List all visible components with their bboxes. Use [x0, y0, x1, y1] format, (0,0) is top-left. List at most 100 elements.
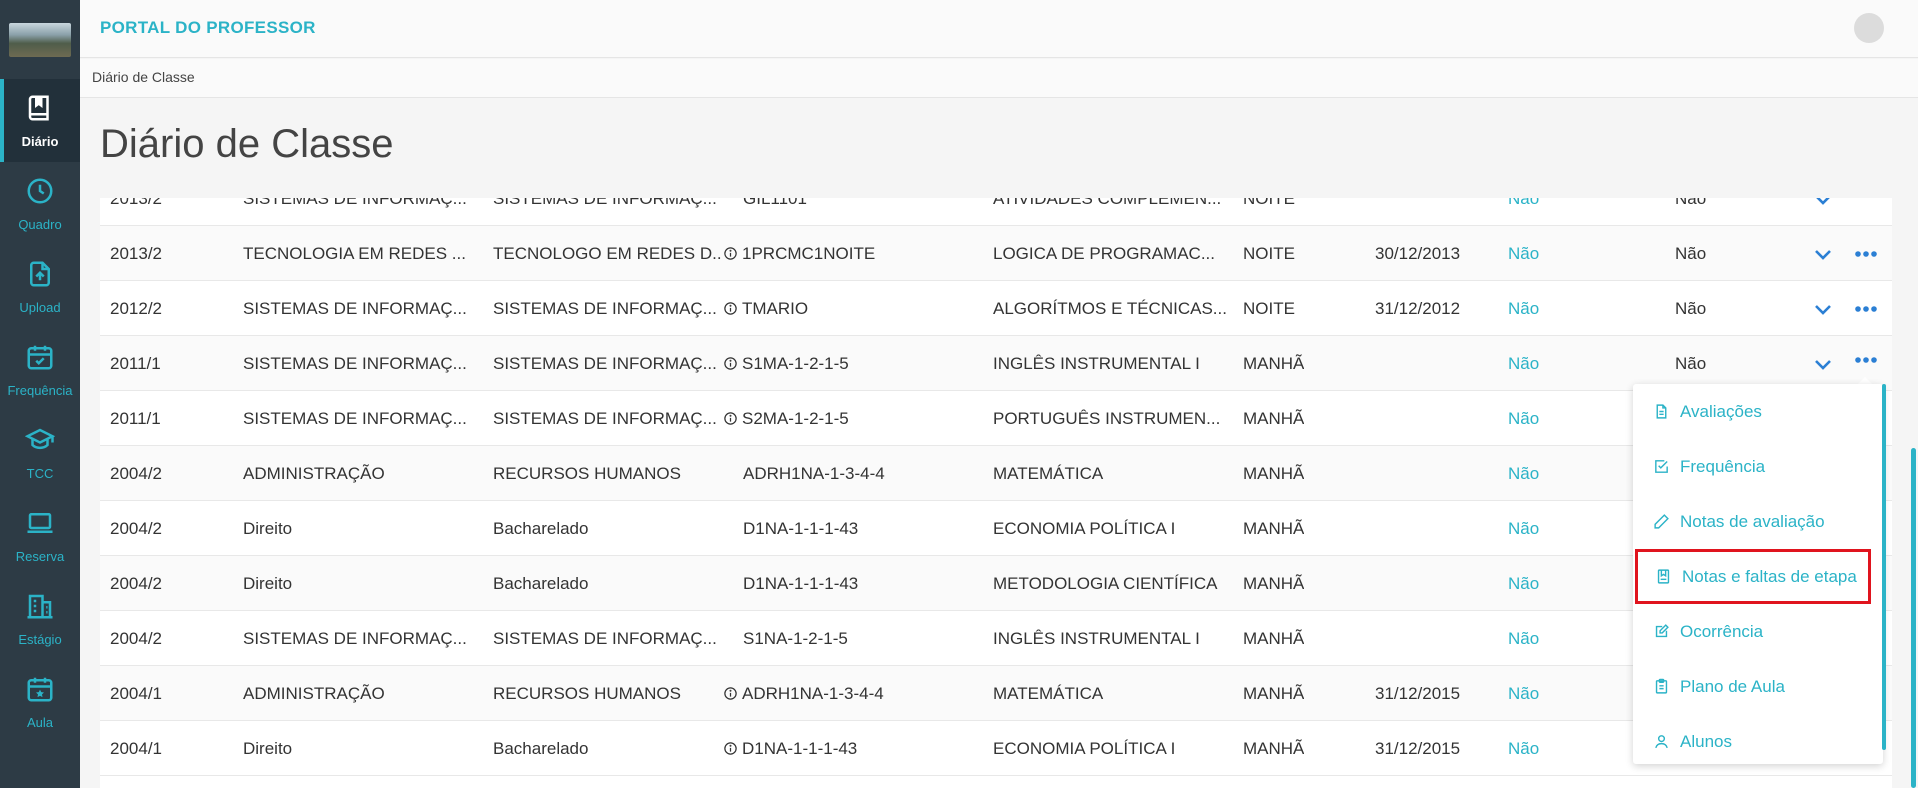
cell-col1[interactable]: Não — [1508, 446, 1539, 501]
cell-col1[interactable]: Não — [1508, 611, 1539, 666]
menu-item-avaliacoes[interactable]: Avaliações — [1633, 384, 1873, 439]
clock-icon — [25, 176, 55, 217]
chevron-down-icon[interactable] — [1811, 297, 1835, 321]
portal-title[interactable]: PORTAL DO PROFESSOR — [100, 18, 316, 38]
cell-col1[interactable]: Não — [1508, 556, 1539, 611]
more-icon[interactable] — [1853, 242, 1879, 266]
turma-code: TMARIO — [742, 299, 809, 318]
more-icon[interactable] — [1853, 297, 1879, 321]
table-row: 2004/2 SISTEMAS DE INFORMAÇ... SISTEMAS DE… — [100, 611, 1892, 666]
sidebar-item-aula[interactable]: Aula — [0, 660, 80, 743]
graduation-cap-icon — [24, 425, 56, 466]
table-row: 2011/1 SISTEMAS DE INFORMAÇ... SISTEMAS DE… — [100, 391, 1892, 446]
cell-turno: MANHÃ — [1243, 629, 1305, 648]
cell-habilitacao: SISTEMAS DE INFORMAÇ... — [493, 198, 717, 208]
sidebar-item-upload[interactable]: Upload — [0, 245, 80, 328]
turma-code: GIL1101 — [743, 198, 807, 208]
cell-data: 31/12/2012 — [1375, 299, 1461, 318]
avatar[interactable] — [1854, 13, 1884, 43]
cell-col1[interactable]: Não — [1508, 336, 1539, 391]
cell-turma: TMARIO — [723, 281, 808, 336]
pencil-icon — [1653, 513, 1680, 530]
menu-item-label: Alunos — [1680, 731, 1732, 751]
info-icon[interactable] — [723, 393, 738, 425]
turma-code: S1NA-1-2-1-5 — [743, 629, 848, 648]
dropdown-scrollbar[interactable] — [1882, 384, 1886, 750]
menu-item-plano-de-aula[interactable]: Plano de Aula — [1633, 659, 1873, 714]
cell-col2: Não — [1675, 244, 1707, 263]
menu-item-label: Plano de Aula — [1680, 676, 1785, 696]
chevron-down-icon[interactable] — [1811, 242, 1835, 266]
cell-disciplina: ALGORÍTMOS E TÉCNICAS... — [993, 299, 1227, 318]
sidebar-item-frequencia[interactable]: Frequência — [0, 328, 80, 411]
cell-habilitacao: Bacharelado — [493, 739, 589, 758]
info-icon[interactable] — [723, 228, 738, 260]
cell-disciplina: LOGICA DE PROGRAMAC... — [993, 244, 1215, 263]
cell-periodo: 2012/2 — [110, 299, 162, 318]
info-icon[interactable] — [723, 723, 738, 755]
cell-turma: ADRH1NA-1-3-4-4 — [723, 666, 884, 721]
cell-curso: SISTEMAS DE INFORMAÇ... — [243, 409, 467, 428]
more-icon[interactable] — [1853, 348, 1879, 372]
sidebar-item-reserva[interactable]: Reserva — [0, 494, 80, 577]
cell-turno: MANHÃ — [1243, 684, 1305, 703]
chevron-down-icon[interactable] — [1811, 352, 1835, 376]
cell-col1[interactable]: Não — [1508, 721, 1539, 776]
logo[interactable] — [0, 0, 80, 79]
table-row: 2012/2 SISTEMAS DE INFORMAÇ... SISTEMAS DE… — [100, 281, 1892, 336]
turma-code: D1NA-1-1-1-43 — [743, 574, 859, 593]
cell-turno: MANHÃ — [1243, 354, 1305, 373]
menu-item-alunos[interactable]: Alunos — [1633, 714, 1873, 764]
turma-code: ADRH1NA-1-3-4-4 — [742, 684, 884, 703]
cell-col1[interactable]: Não — [1508, 281, 1539, 336]
cell-curso: Direito — [243, 519, 293, 538]
cell-col1[interactable]: Não — [1508, 501, 1539, 556]
book-icon — [25, 93, 55, 134]
turma-code: 1PRCMC1NOITE — [742, 244, 876, 263]
chevron-down-icon[interactable] — [1811, 198, 1835, 211]
sidebar-item-quadro[interactable]: Quadro — [0, 162, 80, 245]
cell-turno: MANHÃ — [1243, 464, 1305, 483]
cell-col2: Não — [1675, 354, 1707, 373]
cell-turno: NOITE — [1243, 244, 1295, 263]
cell-col1[interactable]: Não — [1508, 198, 1539, 226]
sidebar-item-diario[interactable]: Diário — [0, 79, 80, 162]
cell-turma: D1NA-1-1-1-43 — [743, 556, 858, 611]
info-icon[interactable] — [723, 338, 738, 370]
cell-col1[interactable]: Não — [1508, 666, 1539, 721]
cell-habilitacao: SISTEMAS DE INFORMAÇ... — [493, 299, 717, 318]
info-icon[interactable] — [723, 283, 738, 315]
menu-item-label: Notas e faltas de etapa — [1682, 566, 1857, 586]
cell-turno: MANHÃ — [1243, 519, 1305, 538]
sidebar-item-label: Frequência — [7, 382, 73, 398]
menu-item-notas-e-faltas-de-etapa[interactable]: Notas e faltas de etapa — [1635, 549, 1871, 604]
cell-periodo: 2004/2 — [110, 629, 162, 648]
table-row: 2004/2 Direito Bacharelado D1NA-1-1-1-43 MET… — [100, 556, 1892, 611]
menu-item-frequencia[interactable]: Frequência — [1633, 439, 1873, 494]
breadcrumb[interactable]: Diário de Classe — [92, 69, 195, 85]
cell-disciplina: ECONOMIA POLÍTICA I — [993, 519, 1176, 538]
cell-col1[interactable]: Não — [1508, 226, 1539, 281]
menu-item-notas-de-avaliacao[interactable]: Notas de avaliação — [1633, 494, 1873, 549]
page-scrollbar[interactable] — [1911, 448, 1916, 788]
turma-code: D1NA-1-1-1-43 — [742, 739, 858, 758]
row-actions-menu: Avaliações Frequência Notas de avaliação No… — [1633, 384, 1883, 764]
menu-item-ocorrencia[interactable]: Ocorrência — [1633, 604, 1873, 659]
table-row: 2004/1 Direito Bacharelado D1NA-1-1-1-43 ECO… — [100, 721, 1892, 776]
cell-habilitacao: SISTEMAS DE INFORMAÇ... — [493, 629, 717, 648]
table-row: 2004/2 ADMINISTRAÇÃO RECURSOS HUMANOS ADRH1… — [100, 446, 1892, 501]
sidebar-item-label: Reserva — [15, 548, 65, 564]
cell-col2: Não — [1675, 198, 1707, 208]
table-row: 2004/1 ADMINISTRAÇÃO RECURSOS HUMANOS ADRH1… — [100, 666, 1892, 721]
table-row: 2011/1 SISTEMAS DE INFORMAÇ... SISTEMAS DE… — [100, 336, 1892, 391]
info-icon[interactable] — [723, 668, 738, 700]
sidebar-item-tcc[interactable]: TCC — [0, 411, 80, 494]
sidebar-item-estagio[interactable]: Estágio — [0, 577, 80, 660]
cell-col1[interactable]: Não — [1508, 391, 1539, 446]
cell-curso: SISTEMAS DE INFORMAÇ... — [243, 354, 467, 373]
table-row: 2013/2 SISTEMAS DE INFORMAÇ... SISTEMAS DE… — [100, 198, 1892, 226]
bookmark-icon — [1655, 568, 1682, 585]
checkbox-icon — [1653, 458, 1680, 475]
cell-disciplina: METODOLOGIA CIENTÍFICA — [993, 574, 1218, 593]
cell-habilitacao: RECURSOS HUMANOS — [493, 464, 681, 483]
